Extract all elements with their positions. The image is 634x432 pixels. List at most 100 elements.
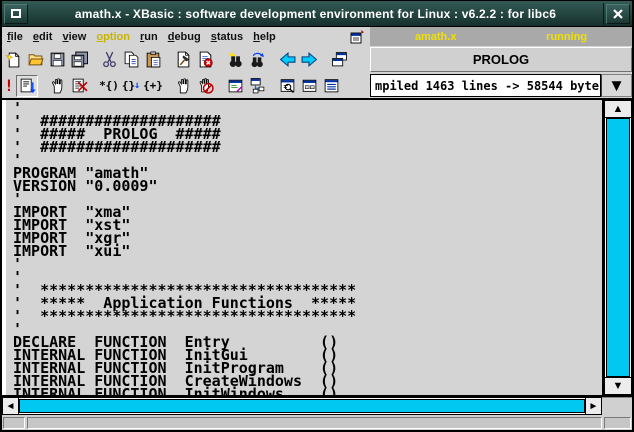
run-program-button[interactable]: ! xyxy=(2,75,16,97)
list-view-button[interactable] xyxy=(320,75,342,97)
find-button[interactable] xyxy=(224,49,246,71)
no-grab-hand-icon xyxy=(197,77,214,94)
debug-window-icon xyxy=(227,77,244,94)
call-tree-button[interactable] xyxy=(246,75,268,97)
find-next-button[interactable] xyxy=(246,49,268,71)
grab-hand-icon xyxy=(175,77,192,94)
scroll-left-button[interactable]: ◄ xyxy=(2,397,19,415)
brace-end-button[interactable]: {+} xyxy=(142,75,164,97)
status-bar xyxy=(2,415,632,430)
menu-option[interactable]: option xyxy=(91,31,135,43)
find-next-icon xyxy=(249,51,266,68)
titlebar-divider xyxy=(603,3,604,25)
menu-help[interactable]: help xyxy=(248,31,281,43)
menu-edit[interactable]: edit xyxy=(28,31,58,43)
document-window-icon xyxy=(348,29,365,45)
window-menu-button[interactable] xyxy=(4,4,28,24)
xbasic-window: amath.x - XBasic : software development … xyxy=(0,0,634,432)
status-cell-right xyxy=(604,417,631,429)
pan-hand-button[interactable] xyxy=(46,75,68,97)
menu-view[interactable]: view xyxy=(57,31,91,43)
editor-area: ' ' #################### ' ##### PROLOG … xyxy=(2,98,632,397)
cut-icon xyxy=(101,51,118,68)
pan-hand-icon xyxy=(49,77,66,94)
compile-button[interactable] xyxy=(172,49,194,71)
brace-down-button[interactable]: {} ↓ xyxy=(120,75,142,97)
program-name: amath.x xyxy=(415,31,457,43)
menu-run[interactable]: run xyxy=(135,31,163,43)
menu-file[interactable]: file xyxy=(2,31,28,43)
new-file-button[interactable] xyxy=(2,49,24,71)
list-view-icon xyxy=(323,77,340,94)
brace-start-button[interactable]: *{) xyxy=(98,75,120,97)
brace-pair-icon: {} xyxy=(122,79,135,92)
document-menu-button[interactable] xyxy=(346,28,366,45)
copy-icon xyxy=(123,51,140,68)
arrow-down-icon: ↓ xyxy=(134,80,140,91)
toolbar-main: PROLOG xyxy=(2,46,632,73)
menu-status[interactable]: status xyxy=(206,31,248,43)
inspect-window-button[interactable] xyxy=(276,75,298,97)
scroll-up-icon: ▲ xyxy=(613,104,624,115)
scroll-right-button[interactable]: ► xyxy=(585,397,602,415)
scroll-left-icon: ◄ xyxy=(6,401,16,412)
save-file-button[interactable] xyxy=(46,49,68,71)
brace-start-icon: *{) xyxy=(99,79,119,92)
section-dropdown-button[interactable]: ▼ xyxy=(601,74,632,97)
title-bar: amath.x - XBasic : software development … xyxy=(2,1,632,27)
vertical-scroll-track[interactable] xyxy=(604,118,632,377)
dropdown-arrow-icon: ▼ xyxy=(608,77,625,94)
run-exclaim-icon: ! xyxy=(4,76,14,95)
save-all-button[interactable] xyxy=(68,49,90,71)
brace-plus-icon: {+} xyxy=(143,79,163,92)
scroll-down-icon: ▼ xyxy=(613,381,624,392)
go-forward-button[interactable] xyxy=(298,49,320,71)
cascade-windows-button[interactable] xyxy=(328,49,350,71)
horizontal-scroll-track[interactable] xyxy=(19,397,585,415)
open-file-button[interactable] xyxy=(24,49,46,71)
section-label: PROLOG xyxy=(370,47,632,72)
window-title: amath.x - XBasic : software development … xyxy=(28,7,603,21)
dialog-editor-icon xyxy=(301,77,318,94)
go-forward-icon xyxy=(301,51,318,68)
vertical-scrollbar: ▲ ▼ xyxy=(602,100,632,395)
window-menu-icon xyxy=(11,9,21,18)
toolbar-edit: ! *{) {} ↓ xyxy=(2,73,632,98)
vertical-scroll-thumb[interactable] xyxy=(606,118,630,377)
copy-button[interactable] xyxy=(120,49,142,71)
close-icon xyxy=(612,8,624,20)
grab-hand-button[interactable] xyxy=(172,75,194,97)
scroll-up-button[interactable]: ▲ xyxy=(604,100,632,118)
go-back-button[interactable] xyxy=(276,49,298,71)
scroll-right-icon: ► xyxy=(589,401,599,412)
paste-button[interactable] xyxy=(142,49,164,71)
code-editor[interactable]: ' ' #################### ' ##### PROLOG … xyxy=(2,100,602,395)
status-cell-left xyxy=(3,417,25,429)
compile-icon xyxy=(175,51,192,68)
debug-window-button[interactable] xyxy=(224,75,246,97)
program-status-panel: amath.x running xyxy=(370,27,632,46)
new-file-icon xyxy=(5,51,22,68)
save-all-icon xyxy=(71,51,88,68)
no-grab-hand-button[interactable] xyxy=(194,75,216,97)
edit-delete-icon xyxy=(71,77,88,94)
edit-delete-button[interactable] xyxy=(68,75,90,97)
horizontal-scrollbar: ◄ ► xyxy=(2,397,632,415)
call-tree-icon xyxy=(249,77,266,94)
go-back-icon xyxy=(279,51,296,68)
find-icon xyxy=(227,51,244,68)
menu-bar: file edit view option run debug status h… xyxy=(2,27,632,46)
menu-debug[interactable]: debug xyxy=(163,31,206,43)
close-button[interactable] xyxy=(606,4,630,24)
dialog-editor-button[interactable] xyxy=(298,75,320,97)
save-file-icon xyxy=(49,51,66,68)
horizontal-scroll-thumb[interactable] xyxy=(19,399,585,413)
cut-button[interactable] xyxy=(98,49,120,71)
delete-text-icon xyxy=(197,51,214,68)
format-indent-button[interactable] xyxy=(16,75,38,97)
scroll-down-button[interactable]: ▼ xyxy=(604,377,632,395)
delete-text-button[interactable] xyxy=(194,49,216,71)
format-indent-icon xyxy=(19,77,36,94)
inspect-window-icon xyxy=(279,77,296,94)
compile-status: mpiled 1463 lines -> 58544 bytes xyxy=(370,74,601,97)
